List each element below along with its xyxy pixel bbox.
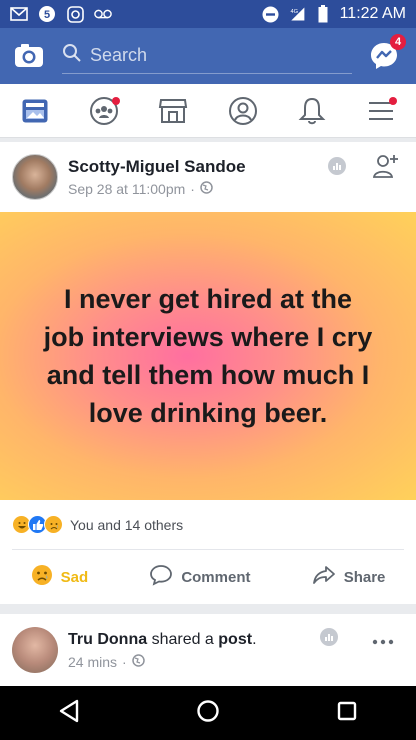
recents-icon[interactable] bbox=[336, 700, 358, 727]
post2-meta: 24 mins · bbox=[68, 654, 257, 670]
sad-face-icon bbox=[31, 564, 53, 590]
sad-label: Sad bbox=[60, 568, 89, 586]
signal-icon: 4G bbox=[288, 5, 306, 23]
globe-icon bbox=[131, 653, 145, 670]
post2-author[interactable]: Tru Donna bbox=[68, 631, 147, 648]
share-label: Share bbox=[343, 568, 386, 586]
gmail-icon bbox=[10, 5, 28, 23]
svg-text:5: 5 bbox=[44, 9, 50, 21]
android-nav-bar bbox=[0, 686, 416, 740]
reactions-count[interactable]: You and 14 others bbox=[70, 517, 183, 533]
groups-notification-dot bbox=[111, 96, 120, 105]
marketplace-icon[interactable] bbox=[155, 93, 191, 129]
camera-icon[interactable] bbox=[12, 39, 46, 73]
search-icon bbox=[62, 43, 82, 68]
notifications-icon[interactable] bbox=[294, 93, 330, 129]
insights-icon[interactable] bbox=[320, 628, 338, 651]
search-input[interactable]: Search bbox=[62, 38, 352, 74]
messenger-badge: 4 bbox=[390, 34, 406, 50]
svg-text:4G: 4G bbox=[290, 9, 298, 15]
voicemail-icon bbox=[94, 5, 112, 23]
meme-text: I never get hired at the job interviews … bbox=[43, 284, 373, 428]
post2-shared-text: shared a bbox=[151, 630, 214, 648]
instagram-icon bbox=[66, 5, 84, 23]
post-header: Scotty-Miguel Sandoe Sep 28 at 11:00pm · bbox=[0, 142, 416, 212]
screen: 5 4G 11:22 AM Search 4 Scotty-Miguel San… bbox=[0, 0, 416, 740]
add-friend-icon[interactable] bbox=[372, 152, 400, 185]
reactions-row[interactable]: You and 14 others bbox=[12, 500, 404, 550]
post-card-2: Tru Donna shared a post. 24 mins · bbox=[0, 614, 416, 686]
post2-timestamp[interactable]: 24 mins bbox=[68, 654, 117, 670]
insights-icon[interactable] bbox=[328, 157, 346, 180]
status-bar: 5 4G 11:22 AM bbox=[0, 0, 416, 28]
avatar[interactable] bbox=[12, 627, 58, 673]
search-placeholder: Search bbox=[90, 45, 148, 65]
nav-row bbox=[0, 84, 416, 138]
post2-post-link[interactable]: post bbox=[218, 631, 252, 648]
post-author[interactable]: Scotty-Miguel Sandoe bbox=[68, 157, 246, 177]
dnd-icon bbox=[262, 5, 280, 23]
back-icon[interactable] bbox=[58, 699, 80, 728]
home-icon[interactable] bbox=[196, 699, 220, 728]
comment-label: Comment bbox=[181, 568, 251, 586]
more-options-icon[interactable] bbox=[372, 634, 394, 645]
battery-icon bbox=[314, 5, 332, 23]
post-actions: Sad Comment Share bbox=[0, 550, 416, 604]
menu-notification-dot bbox=[389, 96, 398, 105]
post-card: Scotty-Miguel Sandoe Sep 28 at 11:00pm · bbox=[0, 142, 416, 604]
profile-icon[interactable] bbox=[225, 93, 261, 129]
sad-button[interactable]: Sad bbox=[31, 564, 89, 590]
meta-separator: · bbox=[122, 653, 127, 670]
post2-title: Tru Donna shared a post. bbox=[68, 631, 257, 649]
sad-reaction-icon bbox=[44, 515, 63, 534]
top-bar: Search 4 bbox=[0, 28, 416, 84]
post-meta: Sep 28 at 11:00pm · bbox=[68, 181, 246, 197]
comment-icon bbox=[149, 564, 173, 590]
menu-icon[interactable] bbox=[363, 93, 399, 129]
status-time: 11:22 AM bbox=[339, 5, 406, 22]
post-image[interactable]: I never get hired at the job interviews … bbox=[0, 212, 416, 500]
groups-icon[interactable] bbox=[86, 93, 122, 129]
comment-button[interactable]: Comment bbox=[149, 564, 250, 590]
news-feed-icon[interactable] bbox=[17, 93, 53, 129]
share-button[interactable]: Share bbox=[312, 564, 386, 590]
globe-icon bbox=[200, 181, 213, 197]
post-timestamp[interactable]: Sep 28 at 11:00pm bbox=[68, 181, 185, 197]
meta-separator: · bbox=[190, 181, 195, 197]
post2-period: . bbox=[252, 630, 257, 648]
share-icon bbox=[312, 564, 336, 590]
5-icon: 5 bbox=[38, 5, 56, 23]
avatar[interactable] bbox=[12, 154, 58, 200]
